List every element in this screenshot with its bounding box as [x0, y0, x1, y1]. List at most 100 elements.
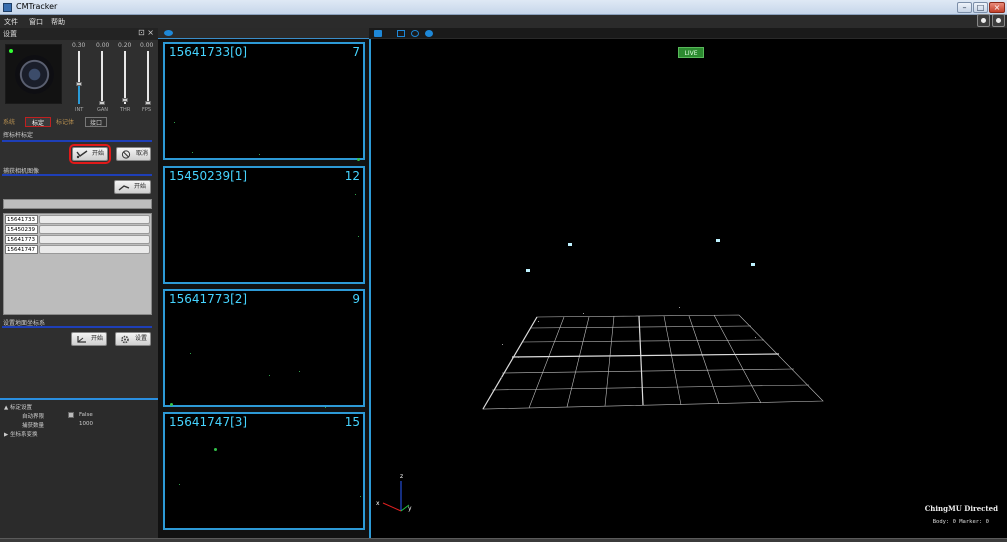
marker-dot: [179, 484, 180, 485]
brand-label: ChingMU Directed: [924, 504, 998, 513]
camera-preview: [5, 44, 62, 104]
slider-gan[interactable]: [99, 51, 105, 105]
slider-gan-value: 0.00: [96, 42, 110, 49]
eye-icon[interactable]: [425, 30, 433, 37]
slider-fps-knob[interactable]: [145, 101, 151, 105]
camera-progress: [39, 245, 150, 254]
ground-settings-button[interactable]: 设置: [115, 332, 151, 346]
menu-window[interactable]: 窗口: [29, 17, 43, 27]
ground-start-label: 开始: [91, 335, 104, 342]
properties-panel: ▲ 标定设置 自动界限 False 捕获数量 1000 ▶ 坐标系变换: [0, 398, 158, 538]
camera-icon[interactable]: [977, 14, 990, 27]
close-button[interactable]: ×: [989, 2, 1005, 13]
menu-file[interactable]: 文件: [4, 17, 18, 27]
title-bar: CMTracker – □ ×: [0, 0, 1007, 15]
ground-start-button[interactable]: 开始: [71, 332, 107, 346]
camera-list: 15641733 15450239 15641773 15641747: [3, 213, 152, 315]
window-title: CMTracker: [16, 2, 58, 11]
marker-count: 12: [344, 169, 360, 183]
camera-id: 15450239: [5, 225, 38, 234]
settings-panel: 设置 ⊡ × 0.30 0.00 0.20 0.00 INT GAN THR F…: [0, 28, 158, 538]
3d-viewport[interactable]: LIVE z x y ChingMU Directed Body: 0 Mark…: [369, 39, 1007, 538]
tab-interface[interactable]: 接口: [85, 117, 107, 127]
auto-boundary-checkbox[interactable]: [68, 412, 74, 418]
wand-icon: [76, 150, 88, 159]
marker-dot: [190, 353, 191, 354]
wand-start-button[interactable]: 开始: [69, 144, 111, 164]
axis-x-label: x: [376, 500, 380, 507]
record-icon[interactable]: [992, 14, 1005, 27]
app-icon: [3, 3, 12, 12]
camera-view-1[interactable]: 15450239[1] 12: [163, 166, 365, 284]
camera-id: 15641773: [5, 235, 38, 244]
grid-toggle-icon[interactable]: [374, 30, 382, 37]
capture-count-value[interactable]: 1000: [79, 421, 93, 427]
property-group-calibration[interactable]: ▲ 标定设置: [4, 403, 32, 411]
marker-dot: [170, 403, 173, 406]
maximize-button[interactable]: □: [973, 2, 988, 13]
slider-int-value: 0.30: [72, 42, 86, 49]
marker-dot: [360, 496, 361, 497]
wand-start-label: 开始: [92, 150, 105, 157]
marker-dot: [355, 194, 356, 195]
menu-bar: 文件 窗口 帮助: [0, 15, 1007, 28]
slider-thr[interactable]: [122, 51, 128, 104]
marker-count: 15: [344, 415, 360, 429]
tab-calibration[interactable]: 标定: [25, 117, 51, 127]
camera-id: 15641747: [5, 245, 38, 254]
slider-thr-label: THR: [120, 107, 131, 113]
slider-int-knob[interactable]: [76, 82, 82, 86]
move-icon[interactable]: [397, 30, 405, 37]
camera-view-label: 15641773[2]: [169, 292, 248, 306]
camera-progress: [39, 215, 150, 224]
section-divider: [2, 174, 152, 176]
wand-section-heading: 挥标杆标定: [3, 132, 34, 139]
list-item: 15641747: [5, 245, 151, 254]
marker-dot: [269, 375, 270, 376]
wand-cancel-label: 取消: [136, 150, 149, 157]
list-item: 15641773: [5, 235, 151, 244]
section-divider: [2, 326, 152, 328]
auto-boundary-label: 自动界限: [22, 414, 45, 420]
list-item: 15450239: [5, 225, 151, 234]
camera-id: 15641733: [5, 215, 38, 224]
capture-start-label: 开始: [134, 183, 147, 190]
eye-icon[interactable]: [164, 30, 173, 36]
property-group-transform[interactable]: ▶ 坐标系变换: [4, 430, 38, 438]
camera-view-0[interactable]: 15641733[0] 7: [163, 42, 365, 161]
marker-dot: [357, 158, 360, 161]
wand-cancel-button[interactable]: 取消: [116, 147, 151, 161]
section-divider: [2, 140, 152, 142]
slider-gan-label: GAN: [97, 107, 109, 113]
slider-gan-knob[interactable]: [99, 101, 105, 105]
slider-int-fill: [78, 84, 80, 104]
camera-arrow-icon: [118, 185, 130, 191]
slider-fps-value: 0.00: [140, 42, 154, 49]
tab-marker-body[interactable]: 标记体: [56, 117, 74, 127]
camera-view-label: 15450239[1]: [169, 169, 248, 183]
capture-start-button[interactable]: 开始: [114, 180, 151, 194]
tab-system[interactable]: 系统: [3, 117, 15, 127]
auto-boundary-value: False: [79, 412, 93, 418]
marker-dot: [358, 236, 359, 237]
settings-title: 设置: [3, 30, 17, 38]
status-bar: [0, 538, 1007, 542]
slider-int[interactable]: [76, 51, 82, 104]
axis-y-label: y: [408, 505, 412, 512]
menu-help[interactable]: 帮助: [51, 17, 65, 27]
minimize-button[interactable]: –: [957, 2, 972, 13]
slider-thr-knob[interactable]: [122, 98, 128, 102]
marker-count: 9: [352, 292, 360, 306]
rotate-icon[interactable]: [411, 30, 419, 37]
cancel-icon: [121, 150, 131, 159]
ground-settings-label: 设置: [135, 335, 148, 342]
camera-view-2[interactable]: 15641773[2] 9: [163, 289, 365, 408]
slider-thr-value: 0.20: [118, 42, 132, 49]
ground-grid: [382, 239, 824, 512]
panel-close-icon[interactable]: ⊡ ×: [138, 28, 154, 37]
slider-fps[interactable]: [145, 51, 151, 105]
viewport-toolbar: [369, 28, 1007, 39]
camera-view-3[interactable]: 15641747[3] 15: [163, 412, 365, 530]
marker-dot: [192, 152, 193, 153]
slider-fps-label: FPS: [142, 107, 152, 113]
